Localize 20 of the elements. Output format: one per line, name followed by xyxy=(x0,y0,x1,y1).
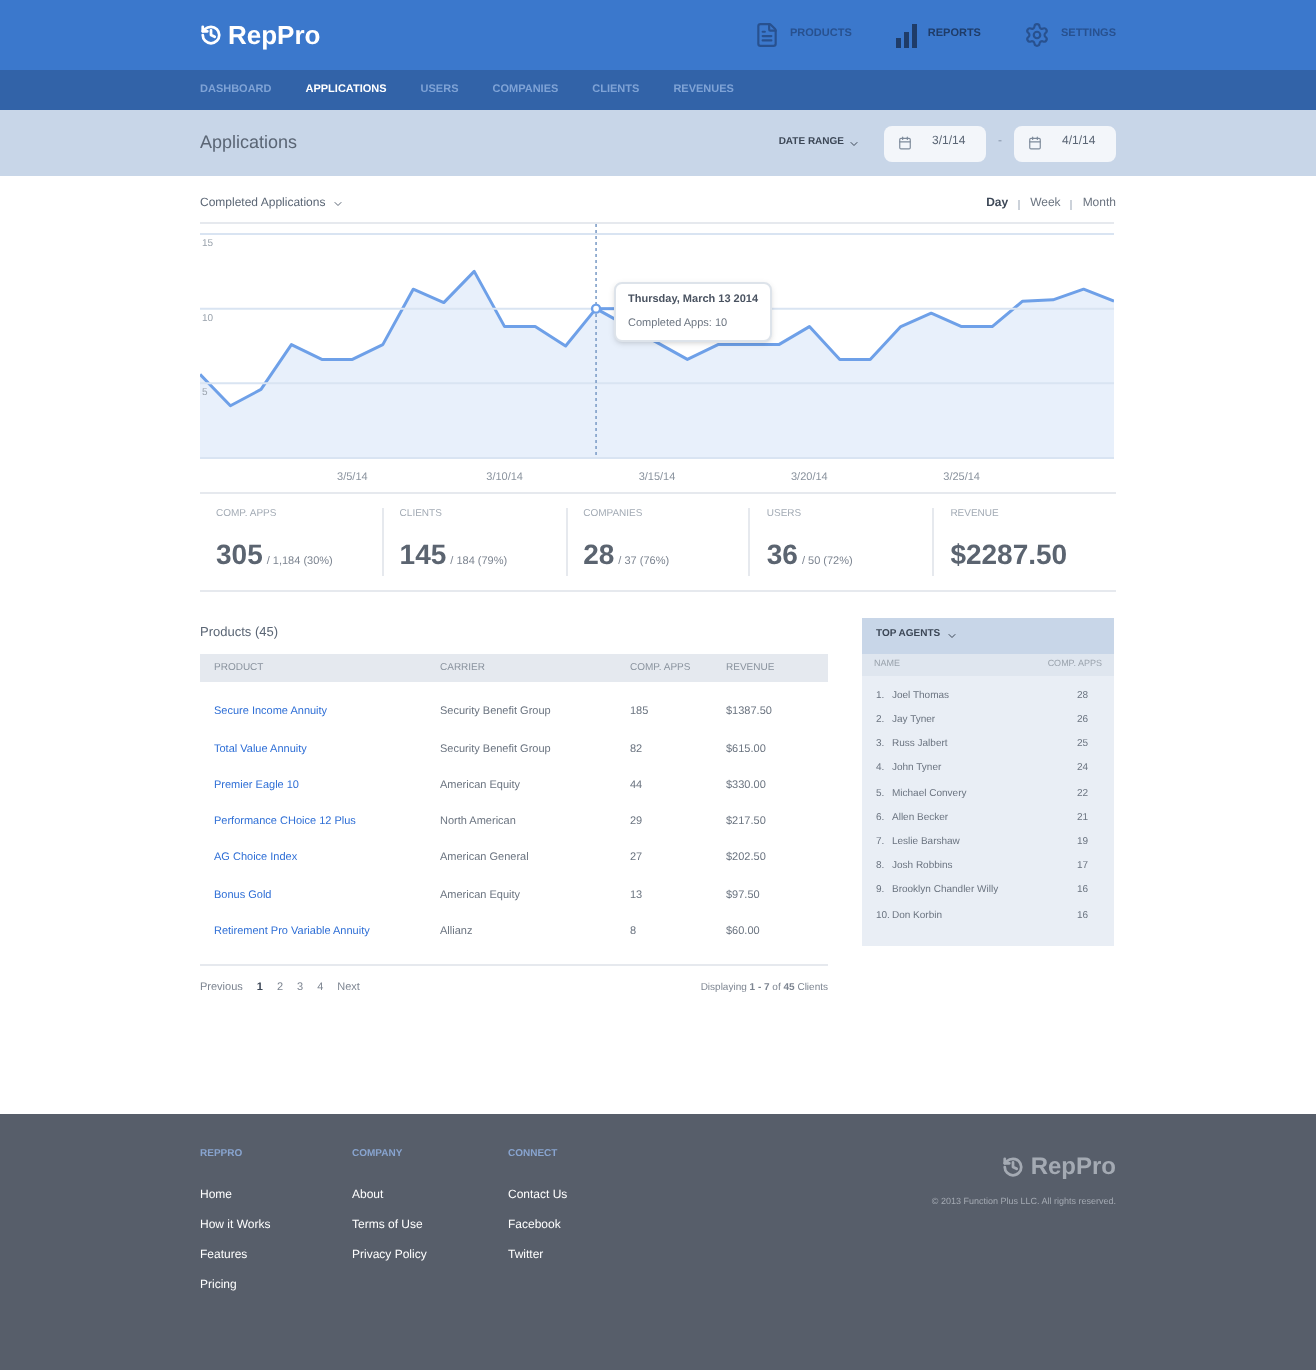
footer-logo: RepPro xyxy=(1030,1150,1116,1184)
logo-icon xyxy=(1002,1155,1025,1177)
calendar-icon xyxy=(898,136,912,150)
logo-icon xyxy=(200,24,222,46)
calendar-icon xyxy=(1028,136,1042,150)
leader-line xyxy=(600,307,615,311)
bar-chart-icon xyxy=(895,23,918,47)
page-title: Applications xyxy=(200,129,298,156)
stat-value: 28 xyxy=(583,535,615,573)
stat-value: 36 xyxy=(766,535,798,573)
stat-value: 305 xyxy=(216,535,263,573)
data-point xyxy=(590,303,602,314)
logo: RepPro xyxy=(228,17,321,54)
caret-icon xyxy=(946,629,959,641)
document-icon xyxy=(754,22,781,48)
caret-icon xyxy=(331,198,344,210)
stat-value: $2287.50 xyxy=(950,535,1068,573)
caret-icon xyxy=(848,137,860,149)
settings-icon xyxy=(1024,22,1051,48)
stat-value: 145 xyxy=(399,535,447,573)
